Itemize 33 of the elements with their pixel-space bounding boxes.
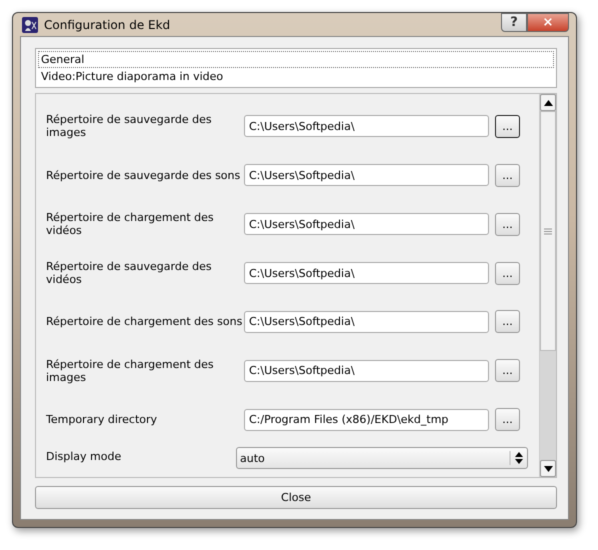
help-button[interactable]: ? — [501, 13, 527, 32]
setting-label: Répertoire de chargement des images — [46, 358, 215, 384]
browse-button[interactable]: ... — [495, 164, 520, 187]
down-arrow-icon[interactable] — [544, 466, 552, 472]
browse-button[interactable]: ... — [495, 114, 520, 138]
browse-button[interactable]: ... — [495, 310, 520, 334]
browse-button[interactable]: ... — [495, 262, 520, 285]
path-field[interactable]: C:\Users\Softpedia\ — [244, 164, 489, 186]
path-field[interactable]: C:\Users\Softpedia\ — [244, 360, 489, 382]
close-button[interactable]: Close — [35, 486, 557, 509]
browse-button[interactable]: ... — [495, 212, 520, 236]
app-icon — [22, 16, 38, 32]
scrollbar[interactable] — [539, 94, 556, 477]
path-field[interactable]: C:\Users\Softpedia\ — [244, 213, 489, 236]
setting-label: Display mode — [46, 449, 122, 464]
browse-button[interactable]: ... — [495, 408, 520, 432]
setting-label: Répertoire de chargement des vidéos — [46, 211, 215, 238]
grip-icon[interactable] — [544, 228, 552, 234]
setting-label: Temporary directory — [46, 413, 158, 426]
display-mode-dropdown[interactable]: auto — [236, 447, 528, 470]
section-item[interactable]: Video:Picture diaporama in video — [38, 68, 554, 85]
setting-label: Répertoire de sauvegarde des sons — [46, 168, 242, 182]
path-field[interactable]: C:\Users\Softpedia\ — [244, 262, 489, 284]
setting-label: Répertoire de chargement des sons — [46, 315, 244, 328]
setting-label: Répertoire de sauvegarde des images — [46, 113, 213, 140]
window-title: Configuration de Ekd — [44, 18, 172, 32]
browse-button[interactable]: ... — [495, 359, 520, 382]
path-field[interactable]: C:\Users\Softpedia\ — [244, 115, 489, 138]
up-arrow-icon[interactable] — [544, 100, 552, 106]
section-item[interactable]: General — [38, 51, 554, 68]
path-field[interactable]: C:\Users\Softpedia\ — [244, 310, 489, 333]
path-field[interactable]: C:/Program Files (x86)/EKD\ekd_tmp — [244, 408, 489, 431]
setting-label: Répertoire de sauvegarde des vidéos — [46, 260, 213, 286]
